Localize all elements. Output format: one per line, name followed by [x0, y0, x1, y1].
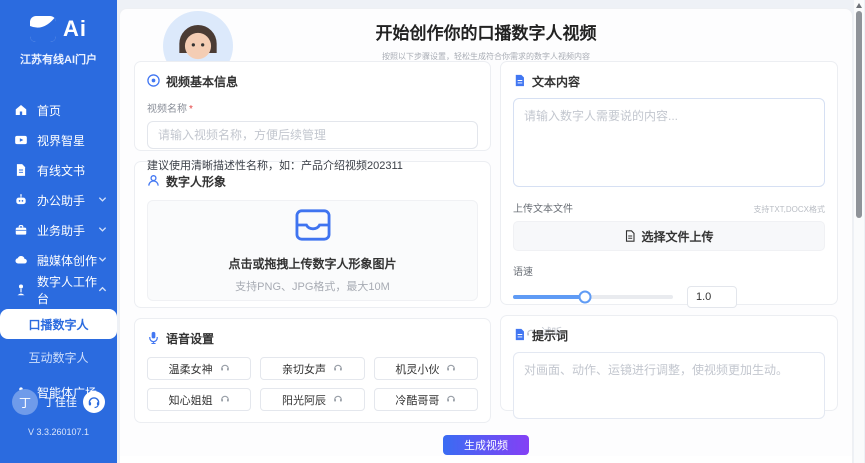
voice-option-button[interactable]: 冷酷哥哥	[374, 388, 478, 411]
scrollbar-up-arrow-icon[interactable]	[856, 3, 862, 8]
sidebar-item-business-assistant[interactable]: 业务助手	[0, 215, 117, 245]
sidebar-nav: 首页 视界智星 有线文书 办公助手 业务助	[0, 95, 117, 407]
required-mark: *	[189, 104, 193, 115]
basic-info-card: 视频基本信息 视频名称* 建议使用清晰描述性名称，如：产品介绍视频202311	[134, 61, 491, 151]
voice-option-button[interactable]: 知心姐姐	[147, 388, 251, 411]
choose-file-label: 选择文件上传	[641, 228, 713, 245]
logo-text: Ai	[63, 16, 87, 42]
headphone-icon	[220, 393, 230, 406]
slider-fill	[513, 295, 585, 299]
headphone-icon	[333, 362, 343, 375]
avatar-upload-card: 数字人形象 点击或拖拽上传数字人形象图片 支持PNG、JPG格式，最大10M	[134, 161, 491, 308]
voice-label: 阳光阿辰	[282, 392, 326, 408]
prompt-doc-icon	[513, 328, 526, 344]
text-content-card: 文本内容 上传文本文件 支持TXT,DOCX格式 选择文件上传 语速	[500, 61, 838, 305]
sidebar-item-label: 融媒体创作	[37, 252, 97, 269]
voice-option-button[interactable]: 亲切女声	[260, 357, 364, 380]
digital-human-icon	[14, 283, 28, 297]
file-icon	[624, 230, 636, 242]
voice-options: 温柔女神 亲切女声 机灵小伙 知心姐姐	[147, 357, 478, 411]
video-name-input[interactable]	[147, 121, 478, 149]
voice-settings-card: 语音设置 温柔女神 亲切女声 机灵小伙	[134, 318, 491, 423]
chevron-down-icon	[98, 193, 107, 207]
sidebar-subitem-interactive-digital-human[interactable]: 互动数字人	[0, 343, 117, 371]
sidebar-item-label: 业务助手	[37, 222, 85, 239]
sidebar-item-office-assistant[interactable]: 办公助手	[0, 185, 117, 215]
bottom-strip	[120, 456, 852, 463]
sidebar-item-cable-doc[interactable]: 有线文书	[0, 155, 117, 185]
sidebar-item-label: 数字人工作台	[37, 273, 98, 307]
sidebar-item-media-creation[interactable]: 融媒体创作	[0, 245, 117, 275]
sidebar-item-video-star[interactable]: 视界智星	[0, 125, 117, 155]
upload-inbox-icon	[294, 208, 332, 247]
sidebar-subitem-broadcast-digital-human[interactable]: 口播数字人	[0, 309, 117, 339]
generate-video-button[interactable]: 生成视频	[443, 435, 529, 455]
customer-service-icon[interactable]	[83, 391, 105, 413]
user-name: 丁佳佳	[44, 394, 77, 410]
card-title: 文本内容	[532, 73, 580, 90]
voice-label: 温柔女神	[169, 361, 213, 377]
scrollbar[interactable]	[854, 0, 864, 463]
voice-label: 知心姐姐	[169, 392, 213, 408]
choose-file-button[interactable]: 选择文件上传	[513, 221, 825, 251]
chevron-down-icon	[98, 223, 107, 237]
format-hint: 支持TXT,DOCX格式	[753, 204, 825, 215]
upload-main-text: 点击或拖拽上传数字人形象图片	[228, 255, 396, 272]
person-icon	[147, 174, 160, 190]
card-title: 视频基本信息	[166, 73, 238, 90]
portal-name: 江苏有线AI门户	[0, 51, 117, 67]
card-title: 数字人形象	[166, 173, 226, 190]
video-icon	[14, 133, 28, 147]
speed-slider[interactable]	[513, 295, 673, 299]
speed-label: 语速	[513, 263, 825, 278]
chevron-up-icon	[98, 283, 107, 297]
headphone-icon	[446, 393, 456, 406]
microphone-icon	[147, 331, 160, 347]
prompt-card: 提示词	[500, 315, 838, 411]
upload-file-label: 上传文本文件	[513, 200, 573, 215]
card-title: 语音设置	[166, 330, 214, 347]
headphone-icon	[446, 362, 456, 375]
voice-option-button[interactable]: 阳光阿辰	[260, 388, 364, 411]
info-icon	[147, 74, 160, 90]
logo: Ai	[0, 16, 117, 42]
chevron-down-icon	[98, 253, 107, 267]
sidebar: Ai 江苏有线AI门户 首页 视界智星 有线文书 办公助手	[0, 0, 117, 463]
voice-label: 机灵小伙	[395, 361, 439, 377]
sidebar-item-label: 首页	[37, 102, 61, 119]
slider-thumb[interactable]	[579, 291, 592, 304]
speech-text-input[interactable]	[513, 98, 825, 187]
sidebar-item-label: 视界智星	[37, 132, 85, 149]
scrollbar-thumb[interactable]	[856, 11, 862, 218]
sidebar-item-label: 办公助手	[37, 192, 85, 209]
briefcase-icon	[14, 223, 28, 237]
document-icon	[14, 163, 28, 177]
home-icon	[14, 103, 28, 117]
headphone-icon	[220, 362, 230, 375]
cloud-icon	[14, 253, 28, 267]
content-panel: 互动数字人 开始创作你的口播数字人视频 按照以下步骤设置，轻松生成符合你需求的数…	[119, 8, 853, 463]
headphone-icon	[333, 393, 343, 406]
sidebar-item-home[interactable]: 首页	[0, 95, 117, 125]
version-label: V 3.3.260107.1	[0, 427, 117, 437]
file-text-icon	[513, 74, 526, 90]
brand-logo-icon	[30, 16, 56, 42]
upload-hint-text: 支持PNG、JPG格式，最大10M	[235, 278, 390, 294]
sidebar-item-digital-human-workbench[interactable]: 数字人工作台	[0, 275, 117, 305]
card-title: 提示词	[532, 327, 568, 344]
sidebar-item-label: 有线文书	[37, 162, 85, 179]
voice-option-button[interactable]: 机灵小伙	[374, 357, 478, 380]
user-area: 丁 丁佳佳 V 3.3.260107.1	[0, 389, 117, 437]
main-content: 互动数字人 开始创作你的口播数字人视频 按照以下步骤设置，轻松生成符合你需求的数…	[117, 0, 865, 463]
prompt-input[interactable]	[513, 352, 825, 419]
voice-label: 冷酷哥哥	[395, 392, 439, 408]
voice-option-button[interactable]: 温柔女神	[147, 357, 251, 380]
video-name-label: 视频名称	[147, 104, 187, 115]
avatar[interactable]: 丁	[12, 389, 38, 415]
voice-label: 亲切女声	[282, 361, 326, 377]
speed-value-input[interactable]	[687, 286, 737, 308]
robot-icon	[14, 193, 28, 207]
avatar-upload-dropzone[interactable]: 点击或拖拽上传数字人形象图片 支持PNG、JPG格式，最大10M	[147, 200, 478, 301]
